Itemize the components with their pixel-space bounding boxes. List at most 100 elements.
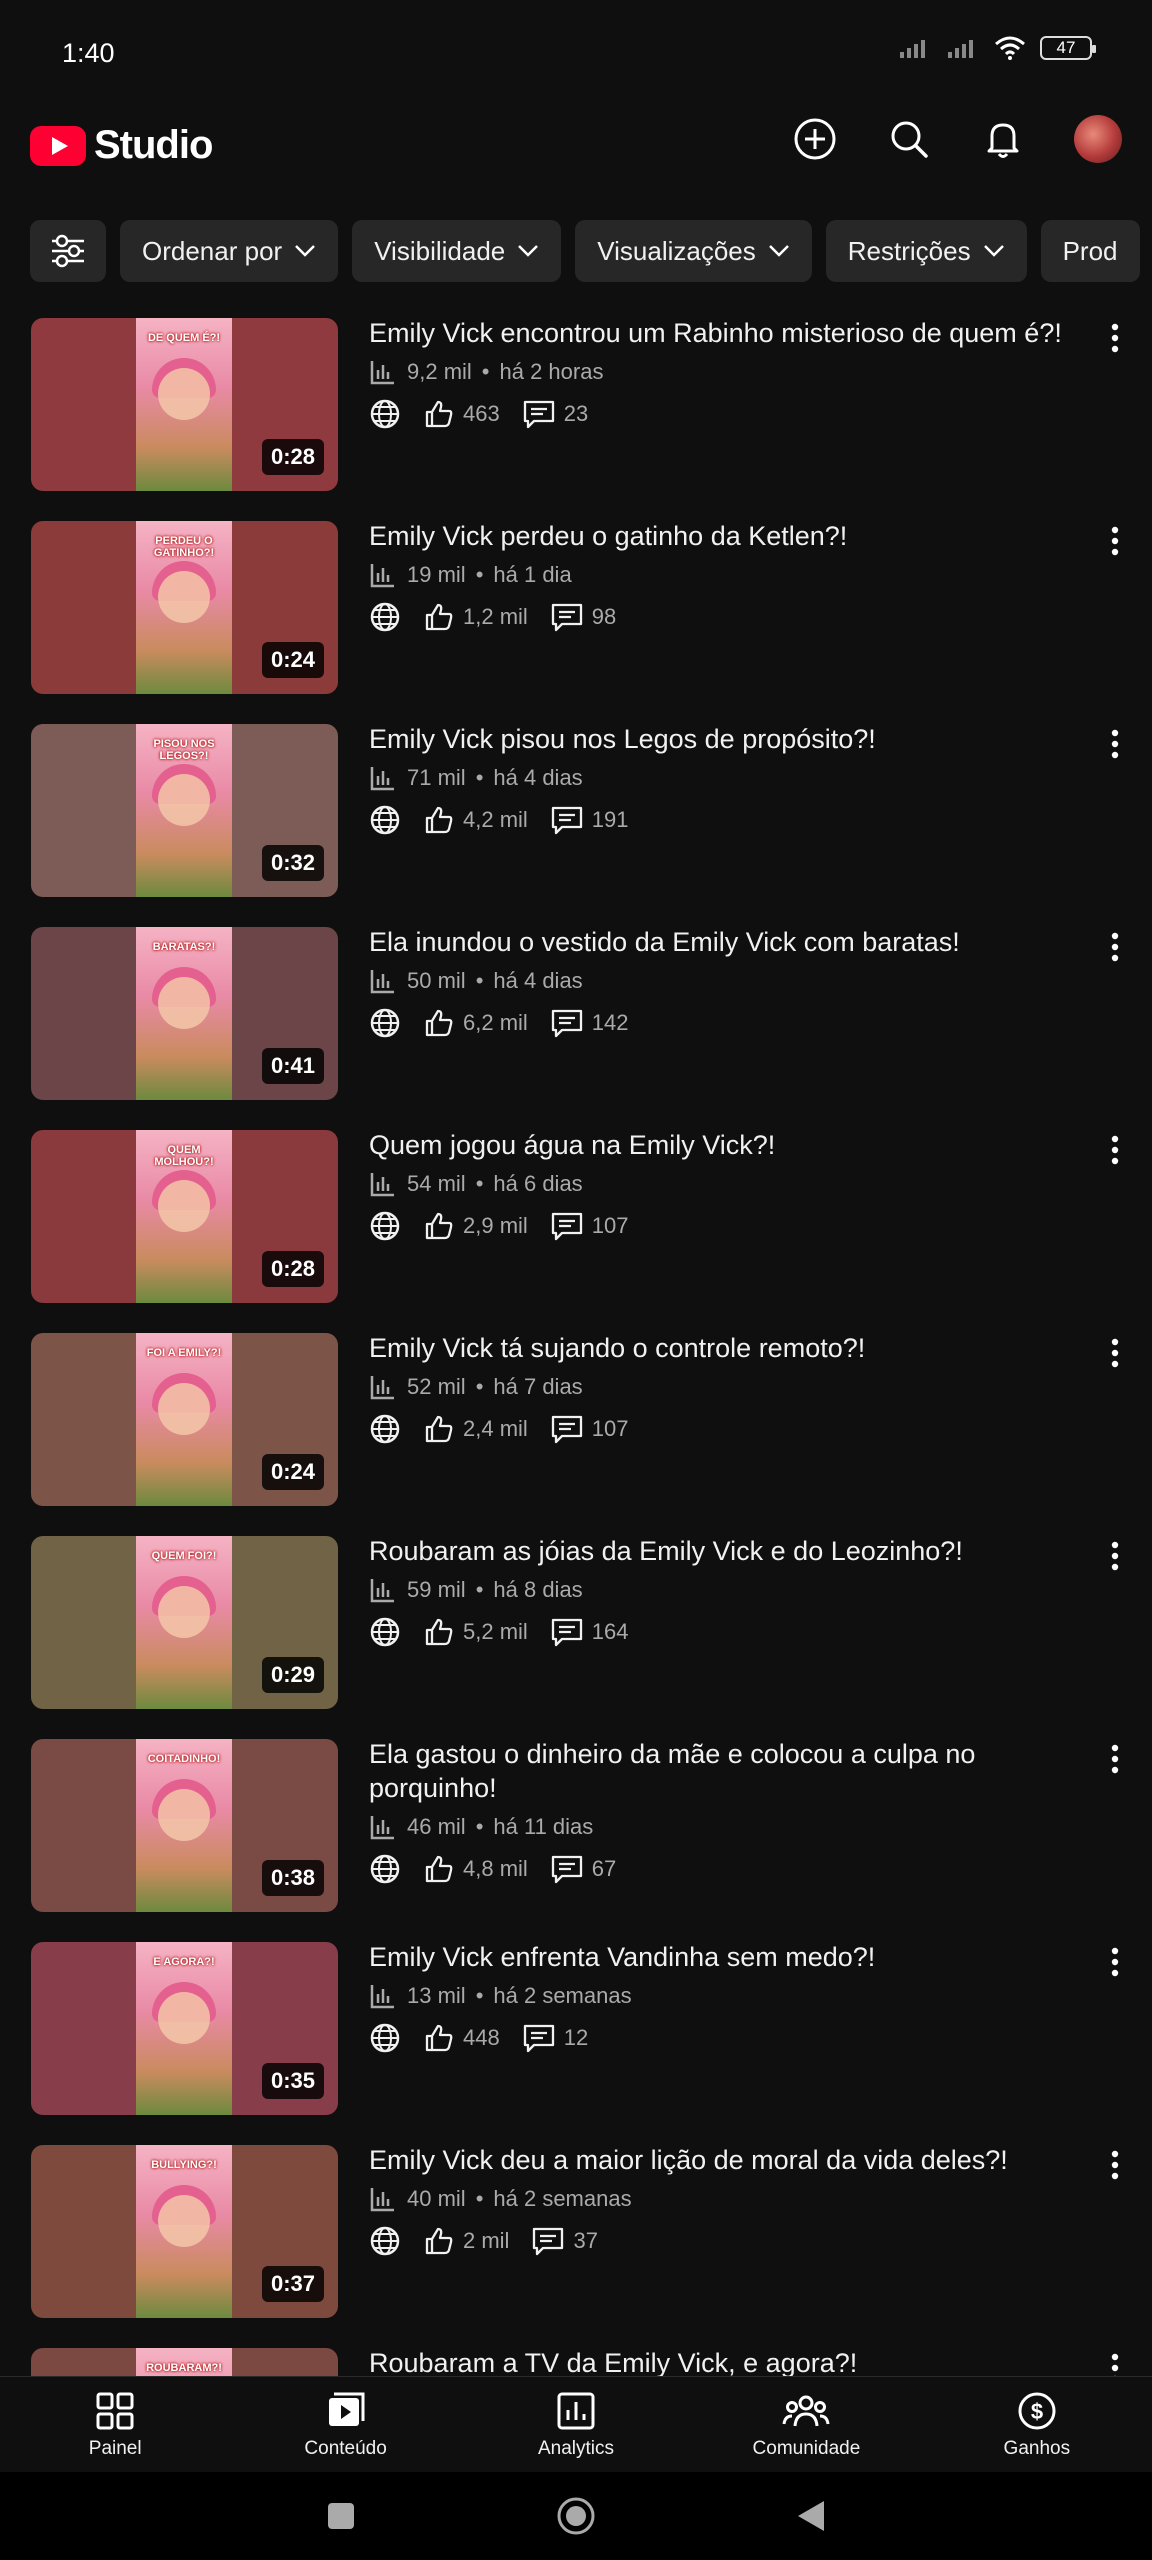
meta-separator: • xyxy=(481,359,490,384)
more-options-button[interactable] xyxy=(1100,2147,1130,2183)
video-age: há 2 horas xyxy=(499,359,604,384)
video-thumbnail[interactable]: COITADINHO! 0:38 xyxy=(31,1739,338,1912)
video-thumbnail[interactable]: PERDEU O GATINHO?! 0:24 xyxy=(31,521,338,694)
nav-content[interactable]: Conteúdo xyxy=(230,2377,460,2472)
more-options-button[interactable] xyxy=(1100,1132,1130,1168)
video-thumbnail[interactable]: DE QUEM É?! 0:28 xyxy=(31,318,338,491)
more-options-button[interactable] xyxy=(1100,320,1130,356)
video-title[interactable]: Emily Vick tá sujando o controle remoto?… xyxy=(369,1331,1079,1365)
thumbs-up-icon xyxy=(425,806,453,834)
more-options-button[interactable] xyxy=(1100,726,1130,762)
video-title[interactable]: Ela gastou o dinheiro da mãe e colocou a… xyxy=(369,1737,1079,1805)
more-options-button[interactable] xyxy=(1100,1741,1130,1777)
more-options-button[interactable] xyxy=(1100,1944,1130,1980)
video-thumbnail[interactable]: QUEM FOI?! 0:29 xyxy=(31,1536,338,1709)
video-thumbnail[interactable]: BULLYING?! 0:37 xyxy=(31,2145,338,2318)
likes-count: 4,2 mil xyxy=(463,807,528,832)
video-title[interactable]: Roubaram as jóias da Emily Vick e do Leo… xyxy=(369,1534,1079,1568)
chevron-down-icon xyxy=(768,245,789,257)
filter-chip-sort[interactable]: Ordenar por xyxy=(120,220,339,282)
status-bar: 1:40 47 xyxy=(0,0,1152,110)
video-item[interactable]: DE QUEM É?! 0:28 Emily Vick encontrou um… xyxy=(0,316,1152,519)
video-title[interactable]: Emily Vick perdeu o gatinho da Ketlen?! xyxy=(369,519,1079,553)
video-comments: 98 xyxy=(550,601,616,633)
sliders-icon xyxy=(52,234,84,268)
thumbnail-caption: ROUBARAM?! xyxy=(146,2362,222,2374)
visibility-public[interactable] xyxy=(369,1616,401,1648)
views-chart-icon xyxy=(370,564,394,588)
nav-analytics[interactable]: Analytics xyxy=(461,2377,691,2472)
video-comments: 23 xyxy=(522,398,588,430)
chevron-down-icon xyxy=(295,245,316,257)
video-title[interactable]: Roubaram a TV da Emily Vick, e agora?! xyxy=(369,2346,1079,2380)
thumbnail-face xyxy=(158,1586,210,1638)
video-title[interactable]: Quem jogou água na Emily Vick?! xyxy=(369,1128,1079,1162)
comment-icon xyxy=(551,1415,582,1444)
more-options-button[interactable] xyxy=(1100,929,1130,965)
thumbs-up-icon xyxy=(425,1855,453,1883)
video-list: DE QUEM É?! 0:28 Emily Vick encontrou um… xyxy=(0,316,1152,2549)
video-duration: 0:28 xyxy=(261,1251,324,1287)
visibility-public[interactable] xyxy=(369,601,401,633)
filter-chip-visibility[interactable]: Visibilidade xyxy=(352,220,562,282)
filter-chip-restrictions[interactable]: Restrições xyxy=(825,220,1027,282)
nav-label: Painel xyxy=(88,2437,142,2459)
video-item[interactable]: BULLYING?! 0:37 Emily Vick deu a maior l… xyxy=(0,2143,1152,2346)
visibility-public[interactable] xyxy=(369,1210,401,1242)
more-options-button[interactable] xyxy=(1100,1538,1130,1574)
video-thumbnail[interactable]: FOI A EMILY?! 0:24 xyxy=(31,1333,338,1506)
filter-chip-label: Visibilidade xyxy=(374,235,506,266)
globe-icon xyxy=(370,2023,400,2053)
likes-count: 5,2 mil xyxy=(463,1619,528,1644)
back-icon[interactable] xyxy=(796,2499,826,2533)
comments-count: 191 xyxy=(591,807,629,832)
create-button[interactable] xyxy=(792,116,838,162)
home-icon[interactable] xyxy=(556,2496,596,2536)
visibility-public[interactable] xyxy=(369,1413,401,1445)
video-thumbnail[interactable]: PISOU NOS LEGOS?! 0:32 xyxy=(31,724,338,897)
comment-icon xyxy=(551,1212,582,1241)
visibility-public[interactable] xyxy=(369,1853,401,1885)
studio-logo[interactable]: Studio xyxy=(30,123,213,168)
visibility-public[interactable] xyxy=(369,2225,401,2257)
video-item[interactable]: COITADINHO! 0:38 Ela gastou o dinheiro d… xyxy=(0,1737,1152,1940)
globe-icon xyxy=(370,1854,400,1884)
notifications-button[interactable] xyxy=(980,116,1026,162)
visibility-public[interactable] xyxy=(369,804,401,836)
more-options-button[interactable] xyxy=(1100,523,1130,559)
video-title[interactable]: Emily Vick encontrou um Rabinho misterio… xyxy=(369,316,1079,350)
video-title[interactable]: Emily Vick deu a maior lição de moral da… xyxy=(369,2143,1079,2177)
visibility-public[interactable] xyxy=(369,398,401,430)
video-thumbnail[interactable]: E AGORA?! 0:35 xyxy=(31,1942,338,2115)
search-button[interactable] xyxy=(886,116,932,162)
video-item[interactable]: PERDEU O GATINHO?! 0:24 Emily Vick perde… xyxy=(0,519,1152,722)
video-title[interactable]: Emily Vick enfrenta Vandinha sem medo?! xyxy=(369,1940,1079,1974)
likes-count: 1,2 mil xyxy=(463,604,528,629)
video-item[interactable]: QUEM MOLHOU?! 0:28 Quem jogou água na Em… xyxy=(0,1128,1152,1331)
likes-count: 2 mil xyxy=(463,2228,510,2253)
video-item[interactable]: FOI A EMILY?! 0:24 Emily Vick tá sujando… xyxy=(0,1331,1152,1534)
visibility-public[interactable] xyxy=(369,1007,401,1039)
video-item[interactable]: E AGORA?! 0:35 Emily Vick enfrenta Vandi… xyxy=(0,1940,1152,2143)
filter-chip-views[interactable]: Visualizações xyxy=(575,220,812,282)
video-item[interactable]: QUEM FOI?! 0:29 Roubaram as jóias da Emi… xyxy=(0,1534,1152,1737)
nav-label: Analytics xyxy=(538,2437,615,2459)
video-title[interactable]: Emily Vick pisou nos Legos de propósito?… xyxy=(369,722,1079,756)
visibility-public[interactable] xyxy=(369,2022,401,2054)
video-thumbnail[interactable]: BARATAS?! 0:41 xyxy=(31,927,338,1100)
nav-dashboard[interactable]: Painel xyxy=(0,2377,230,2472)
video-item[interactable]: PISOU NOS LEGOS?! 0:32 Emily Vick pisou … xyxy=(0,722,1152,925)
recents-icon[interactable] xyxy=(326,2501,356,2531)
filter-chip-product[interactable]: Prod xyxy=(1040,220,1140,282)
thumbnail-art: COITADINHO! xyxy=(136,1739,232,1912)
more-options-button[interactable] xyxy=(1100,1335,1130,1371)
avatar[interactable] xyxy=(1074,115,1122,163)
video-item[interactable]: BARATAS?! 0:41 Ela inundou o vestido da … xyxy=(0,925,1152,1128)
video-title[interactable]: Ela inundou o vestido da Emily Vick com … xyxy=(369,925,1079,959)
nav-earnings[interactable]: $ Ganhos xyxy=(922,2377,1152,2472)
nav-community[interactable]: Comunidade xyxy=(691,2377,921,2472)
community-icon xyxy=(782,2395,830,2426)
filter-settings-button[interactable] xyxy=(30,220,106,282)
video-thumbnail[interactable]: QUEM MOLHOU?! 0:28 xyxy=(31,1130,338,1303)
video-views: 46 mil xyxy=(407,1814,466,1839)
